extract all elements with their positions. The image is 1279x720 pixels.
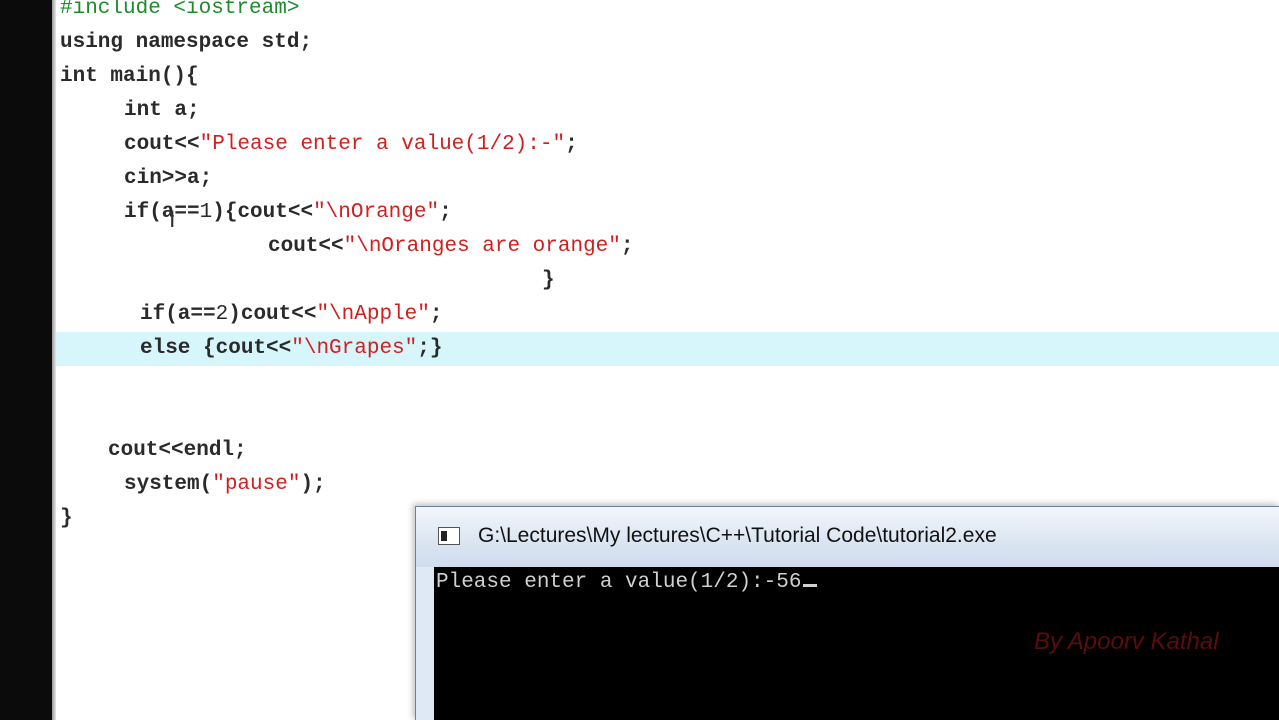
code-token: cin>>a;	[124, 167, 213, 190]
code-token: cout<<endl;	[108, 439, 247, 462]
code-token: 1	[199, 201, 213, 224]
code-line[interactable]: cin>>a;	[124, 162, 212, 196]
code-token: if(a==	[124, 201, 200, 224]
console-titlebar[interactable]: G:\Lectures\My lectures\C++\Tutorial Cod…	[416, 507, 1279, 567]
console-title: G:\Lectures\My lectures\C++\Tutorial Cod…	[478, 524, 997, 547]
code-line[interactable]: }	[542, 264, 555, 298]
console-output-text: Please enter a value(1/2):-56	[436, 571, 802, 594]
code-token: ;	[620, 235, 634, 258]
code-token: cout<<	[268, 235, 344, 258]
code-token: 2	[215, 303, 229, 326]
code-token: if(a==	[140, 303, 216, 326]
code-token: "Please enter a value(1/2):-"	[199, 133, 566, 156]
i-beam-cursor-icon: I	[169, 208, 176, 233]
code-token: using namespace std;	[60, 31, 313, 54]
console-output-line: Please enter a value(1/2):-56	[436, 567, 818, 599]
code-token: system(	[124, 473, 213, 496]
console-caret	[803, 584, 818, 587]
code-token: "\nOranges are orange"	[343, 235, 621, 258]
code-token: ;	[429, 303, 443, 326]
code-line[interactable]: int a;	[124, 94, 200, 128]
code-token: }	[60, 507, 73, 530]
code-token: ;	[439, 201, 452, 224]
code-line[interactable]: cout<<endl;	[108, 434, 247, 468]
code-token: "\nOrange"	[313, 201, 440, 224]
code-line[interactable]: int main(){	[60, 60, 199, 94]
editor-gutter	[0, 0, 52, 720]
watermark: By Apoorv Kathal	[1034, 628, 1219, 655]
code-token: #include <iostream>	[60, 0, 300, 20]
code-token: "pause"	[212, 473, 301, 496]
code-token: ;}	[417, 337, 443, 360]
console-window[interactable]: G:\Lectures\My lectures\C++\Tutorial Cod…	[415, 506, 1279, 720]
code-token: }	[542, 269, 555, 292]
code-line[interactable]: cout<<"Please enter a value(1/2):-";	[124, 128, 578, 162]
code-line[interactable]: else {cout<<"\nGrapes";}	[140, 332, 442, 366]
code-line[interactable]: #include <iostream>	[60, 0, 299, 26]
code-line[interactable]: cout<<"\nOranges are orange";	[268, 230, 633, 264]
code-line[interactable]: if(a==2)cout<<"\nApple";	[140, 298, 442, 332]
code-token: else {cout<<	[140, 337, 292, 360]
code-line[interactable]: using namespace std;	[60, 26, 312, 60]
code-token: int main(){	[60, 65, 199, 88]
code-line[interactable]: system("pause");	[124, 468, 326, 502]
code-token: )cout<<	[228, 303, 317, 326]
code-token: int a;	[124, 99, 200, 122]
code-token: cout<<	[124, 133, 200, 156]
code-token: "\nApple"	[316, 303, 430, 326]
code-token: ;	[565, 133, 578, 156]
code-token: "\nGrapes"	[291, 337, 418, 360]
console-output-area[interactable]: Please enter a value(1/2):-56 By Apoorv …	[434, 567, 1279, 720]
code-token: ){cout<<	[212, 201, 314, 224]
console-app-icon[interactable]	[438, 527, 460, 545]
code-line[interactable]: }	[60, 502, 73, 536]
code-token: );	[300, 473, 326, 496]
